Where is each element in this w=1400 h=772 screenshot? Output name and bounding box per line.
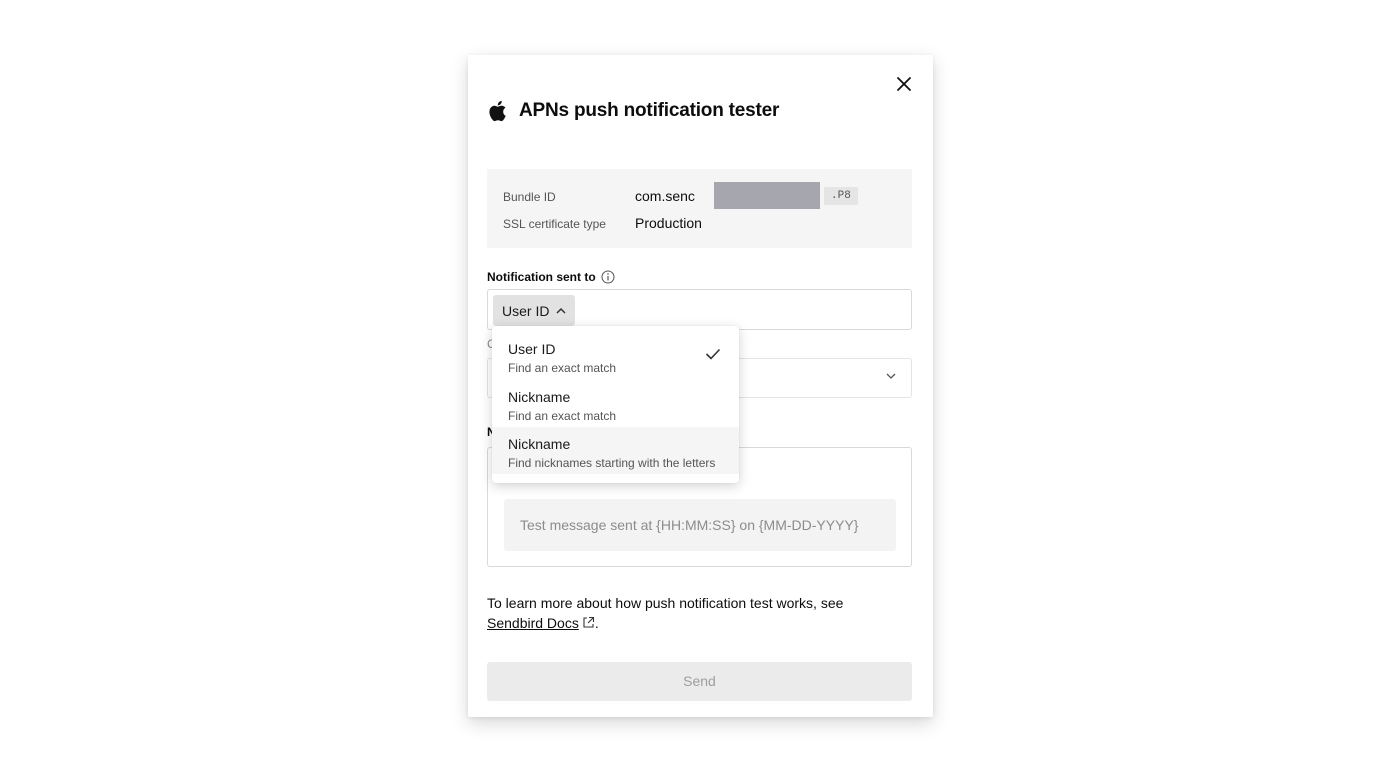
modal-header: APNs push notification tester [487, 99, 779, 123]
app-info-panel: Bundle ID com.senc .P8 SSL certificate t… [487, 169, 912, 248]
option-title: User ID [508, 341, 556, 357]
chevron-down-icon [886, 373, 896, 379]
recipient-type-select[interactable]: User ID [493, 295, 576, 326]
option-subtitle: Find an exact match [508, 409, 617, 423]
dropdown-option-nickname-exact[interactable]: Nickname Find an exact match [492, 380, 739, 427]
dropdown-option-user-id[interactable]: User ID Find an exact match [492, 332, 739, 379]
ssl-type-value: Production [635, 215, 702, 231]
recipient-label: Notification sent to [487, 270, 596, 284]
ssl-type-label: SSL certificate type [503, 217, 606, 231]
help-text: To learn more about how push notificatio… [487, 593, 907, 633]
chevron-up-icon [556, 307, 566, 314]
recipient-label-row: Notification sent to [487, 270, 615, 284]
help-text-period: . [594, 615, 599, 631]
redacted-block [714, 182, 820, 209]
option-subtitle: Find nicknames starting with the letters [508, 456, 716, 470]
checkmark-icon [705, 348, 721, 360]
apple-icon [489, 100, 506, 122]
bundle-id-value: com.senc [635, 188, 695, 204]
info-icon[interactable] [601, 270, 615, 284]
option-title: Nickname [508, 389, 571, 405]
bundle-id-label: Bundle ID [503, 190, 556, 204]
help-text-body: To learn more about how push notificatio… [487, 595, 844, 611]
external-link-icon [583, 616, 594, 628]
dropdown-option-nickname-prefix[interactable]: Nickname Find nicknames starting with th… [492, 427, 739, 474]
close-icon[interactable] [894, 74, 914, 94]
message-input[interactable]: Test message sent at {HH:MM:SS} on {MM-D… [504, 499, 896, 551]
recipient-type-dropdown: User ID Find an exact match Nickname Fin… [492, 326, 739, 483]
send-button[interactable]: Send [487, 662, 912, 701]
recipient-type-value: User ID [502, 302, 550, 319]
certificate-badge: .P8 [824, 187, 858, 205]
modal-title: APNs push notification tester [519, 100, 780, 121]
sendbird-docs-link[interactable]: Sendbird Docs [487, 615, 579, 631]
option-title: Nickname [508, 436, 571, 452]
recipient-input[interactable]: User ID [487, 289, 912, 330]
option-subtitle: Find an exact match [508, 361, 617, 375]
